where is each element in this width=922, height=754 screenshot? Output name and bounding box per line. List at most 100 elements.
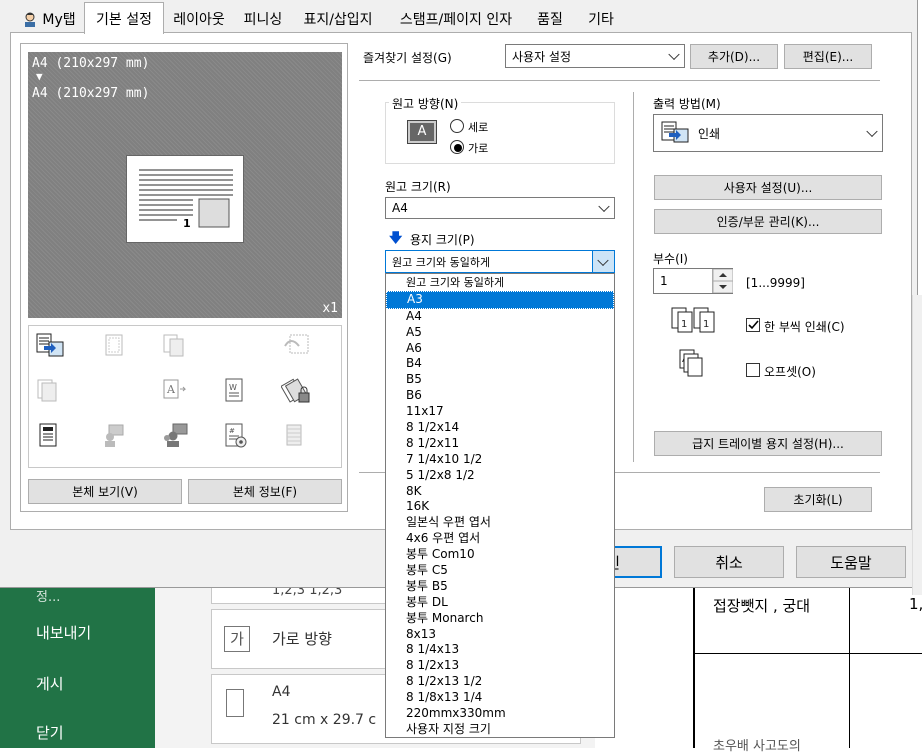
staple-icon[interactable] — [281, 332, 309, 358]
tab-quality[interactable]: 품질 — [528, 5, 572, 33]
add-favorite-button[interactable]: 추가(D)... — [690, 44, 778, 69]
paper-size-option[interactable]: A4 — [386, 309, 614, 325]
paper-size-option[interactable]: B6 — [386, 388, 614, 404]
svg-text:1: 1 — [681, 319, 687, 330]
cell-text-2: 1, — [909, 595, 922, 613]
portrait-radio[interactable] — [450, 119, 464, 133]
original-size-label: 원고 크기(R) — [385, 180, 451, 194]
tab-cover-insert[interactable]: 표지/삽입지 — [292, 5, 384, 33]
user-icon — [22, 11, 38, 27]
user-auth-icon[interactable] — [101, 422, 127, 448]
tab-other[interactable]: 기타 — [572, 5, 630, 33]
paper-size-option[interactable]: 일본식 우편 엽서 — [386, 515, 614, 531]
nav-close[interactable]: 닫기 — [36, 722, 64, 743]
paper-size-option[interactable]: A3 — [386, 290, 614, 309]
copies-spinner[interactable] — [712, 268, 734, 294]
paper-size-option[interactable]: 봉투 DL — [386, 595, 614, 611]
booklet-icon[interactable] — [101, 332, 127, 358]
copies-range: [1...9999] — [746, 276, 805, 290]
paper-size-option[interactable]: 5 1/2x8 1/2 — [386, 468, 614, 484]
offset-checkbox[interactable] — [746, 363, 760, 377]
cell-text: 접장뺏지 , 궁대 — [713, 597, 811, 615]
paper-size-option[interactable]: 7 1/4x10 1/2 — [386, 452, 614, 468]
favorites-label: 즐겨찾기 설정(G) — [363, 51, 452, 65]
chevron-down-icon — [866, 125, 878, 138]
paper-roll-icon[interactable] — [281, 422, 307, 448]
paper-size-option[interactable]: B4 — [386, 356, 614, 372]
copies-input[interactable]: 1 — [653, 268, 734, 294]
paper-size-option[interactable]: 8K — [386, 484, 614, 500]
paper-size-option[interactable]: 봉투 Com10 — [386, 547, 614, 563]
reset-button[interactable]: 초기화(L) — [764, 487, 872, 512]
paper-size-option[interactable]: A6 — [386, 341, 614, 357]
paper-size-option[interactable]: B5 — [386, 372, 614, 388]
document-info-icon[interactable] — [35, 422, 61, 448]
collate-label: 한 부씩 인쇄(C) — [764, 320, 845, 334]
dropdown-button[interactable] — [592, 251, 614, 272]
device-view-button[interactable]: 본체 보기(V) — [28, 479, 182, 504]
paper-size-option[interactable]: 원고 크기와 동일하게 — [386, 275, 614, 291]
paper-size-option[interactable]: 8 1/2x11 — [386, 436, 614, 452]
divider — [359, 80, 880, 81]
paper-size-option[interactable]: 4x6 우편 엽서 — [386, 531, 614, 547]
backstage-nav — [0, 585, 155, 748]
paper-size-option[interactable]: 8 1/4x13 — [386, 642, 614, 658]
account-track-icon[interactable] — [161, 422, 188, 448]
help-button[interactable]: 도움말 — [796, 546, 906, 578]
cancel-button[interactable]: 취소 — [674, 546, 784, 578]
tab-layout[interactable]: 레이아웃 — [164, 5, 234, 33]
watermark-icon[interactable]: W — [221, 377, 247, 403]
user-settings-button[interactable]: 사용자 설정(U)... — [654, 175, 882, 200]
paper-size-option[interactable]: 봉투 Monarch — [386, 611, 614, 627]
paper-size-option[interactable]: 16K — [386, 499, 614, 515]
favorites-select[interactable]: 사용자 설정 — [505, 44, 685, 68]
paper-size-option[interactable]: 11x17 — [386, 404, 614, 420]
printer-output-icon[interactable] — [35, 332, 64, 358]
paper-size-option[interactable]: 봉투 B5 — [386, 579, 614, 595]
paper-size-option[interactable]: 220mmx330mm — [386, 706, 614, 722]
copy-stack-icon[interactable] — [35, 377, 61, 403]
orientation-legend: 원고 방향(N) — [389, 95, 462, 112]
paper-size-option[interactable]: 8 1/8x13 1/4 — [386, 690, 614, 706]
paper-size-label: 용지 크기(P) — [410, 233, 475, 247]
preview-page-icon: 1 — [126, 155, 244, 243]
preview-paper-size: A4 (210x297 mm) — [32, 86, 150, 101]
tab-stamp-page[interactable]: 스탬프/페이지 인자 — [384, 5, 528, 33]
nav-export[interactable]: 내보내기 — [36, 622, 91, 643]
secure-print-icon[interactable] — [280, 377, 310, 403]
nav-publish[interactable]: 게시 — [36, 673, 64, 694]
paper-size-option[interactable]: 8 1/2x13 — [386, 658, 614, 674]
edit-favorite-button[interactable]: 편집(E)... — [784, 44, 872, 69]
orientation-card-icon: 가 — [224, 626, 250, 652]
tab-my[interactable]: My탭 — [14, 5, 84, 33]
nav-partial: 정... — [36, 590, 61, 605]
tab-basic-settings[interactable]: 기본 설정 — [84, 2, 164, 34]
page-number-settings-icon[interactable]: # — [221, 422, 247, 448]
preview-copies-badge: x1 — [322, 301, 338, 316]
chevron-down-icon — [668, 48, 680, 61]
page-icon — [226, 689, 244, 717]
paper-size-option[interactable]: 8 1/2x13 1/2 — [386, 674, 614, 690]
svg-text:1: 1 — [703, 319, 709, 330]
paper-size-option[interactable]: A5 — [386, 325, 614, 341]
paper-size-option[interactable]: 8x13 — [386, 627, 614, 643]
copies-label: 부수(I) — [653, 252, 688, 266]
paper-size-option[interactable]: 사용자 지정 크기 — [386, 722, 614, 738]
orientation-preview-icon: A — [407, 120, 437, 144]
landscape-radio[interactable] — [450, 140, 464, 154]
paper-size-option[interactable]: 봉투 C5 — [386, 563, 614, 579]
font-substitute-icon[interactable]: A — [161, 377, 187, 403]
output-method-select[interactable]: 인쇄 — [653, 114, 883, 152]
auth-management-button[interactable]: 인증/부문 관리(K)... — [654, 209, 882, 234]
bottom-text: 초우배 사고도의 — [713, 739, 801, 754]
original-size-select[interactable]: A4 — [385, 197, 615, 219]
tray-paper-settings-button[interactable]: 급지 트레이별 용지 설정(H)... — [654, 431, 882, 456]
paper-size-card-desc: 21 cm x 29.7 c — [272, 712, 377, 728]
chevron-down-icon — [598, 200, 610, 213]
device-info-button[interactable]: 본체 정보(F) — [188, 479, 342, 504]
paper-size-select[interactable]: 원고 크기와 동일하게 — [385, 250, 615, 273]
collate-checkbox[interactable] — [746, 318, 760, 332]
duplex-icon[interactable] — [161, 332, 187, 358]
paper-size-option[interactable]: 8 1/2x14 — [386, 420, 614, 436]
tab-finishing[interactable]: 피니싱 — [234, 5, 292, 33]
